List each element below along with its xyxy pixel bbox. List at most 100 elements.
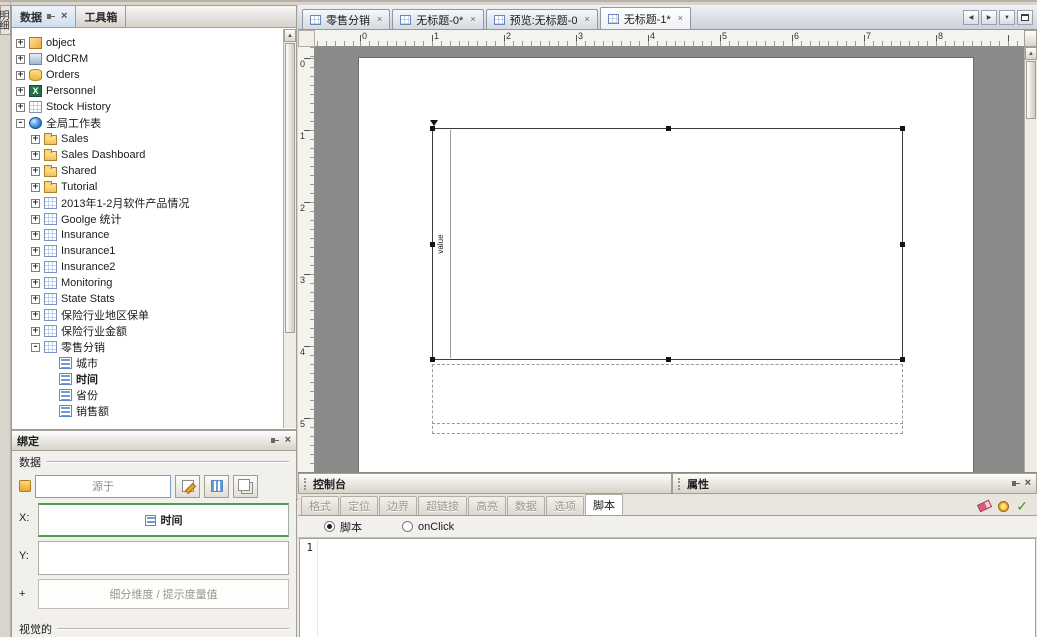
design-canvas[interactable]: value: [315, 47, 1024, 472]
pin-icon[interactable]: [47, 12, 56, 21]
pin-icon[interactable]: [270, 436, 280, 445]
tree-item[interactable]: - 全局工作表: [12, 115, 283, 131]
tab-close-icon[interactable]: ×: [377, 15, 382, 24]
tree-item[interactable]: + Orders: [12, 67, 283, 83]
close-icon[interactable]: ×: [285, 435, 291, 446]
tab-close-icon[interactable]: ×: [470, 15, 475, 24]
tab-scroll-left-button[interactable]: ◀: [963, 10, 979, 25]
tab-data[interactable]: 数据 ×: [12, 6, 77, 27]
expand-icon[interactable]: +: [31, 150, 40, 160]
tree-item[interactable]: + Stock History: [12, 99, 283, 115]
edit-source-button[interactable]: [175, 474, 200, 498]
document-tab[interactable]: 无标题-1* ×: [599, 7, 692, 29]
breakdown-field[interactable]: 细分维度 / 提示度量值: [38, 579, 289, 609]
scroll-thumb[interactable]: [285, 43, 295, 333]
tree-item[interactable]: 销售额: [12, 403, 283, 419]
property-tab[interactable]: 选项: [546, 496, 584, 515]
expand-icon[interactable]: +: [31, 246, 40, 256]
close-icon[interactable]: ×: [1025, 478, 1031, 489]
selection-handle[interactable]: [430, 357, 435, 362]
close-icon[interactable]: ×: [61, 11, 67, 22]
scroll-up-button[interactable]: ▲: [1025, 47, 1037, 60]
tree-scrollbar[interactable]: ▲ ▼: [283, 29, 1023, 637]
scroll-thumb[interactable]: [1026, 61, 1036, 119]
properties-header[interactable]: 属性 ×: [672, 473, 1037, 494]
selection-handle[interactable]: [900, 126, 905, 131]
y-axis-field[interactable]: [38, 541, 289, 575]
tree-item[interactable]: 省份: [12, 387, 283, 403]
document-tab[interactable]: 预览:无标题-0 ×: [485, 9, 598, 29]
tree-item[interactable]: 城市: [12, 355, 283, 371]
copy-button[interactable]: [233, 474, 258, 498]
script-radio[interactable]: 脚本: [324, 519, 362, 535]
tree-item[interactable]: + 保险行业金额: [12, 323, 283, 339]
selection-handle[interactable]: [430, 126, 435, 131]
selection-handle[interactable]: [665, 357, 671, 362]
columns-button[interactable]: [204, 474, 229, 498]
code-area[interactable]: [318, 539, 1035, 637]
maximize-button[interactable]: [1017, 10, 1033, 25]
tab-close-icon[interactable]: ×: [678, 14, 683, 23]
expand-icon[interactable]: +: [31, 198, 40, 208]
expand-icon[interactable]: +: [31, 278, 40, 288]
tree-item[interactable]: + Personnel: [12, 83, 283, 99]
expand-icon[interactable]: +: [16, 54, 25, 64]
expand-icon[interactable]: +: [31, 166, 40, 176]
add-field-label[interactable]: +: [19, 579, 38, 609]
tree-item[interactable]: +2013年1-2月软件产品情况: [12, 195, 283, 211]
tree-item[interactable]: - 零售分销: [12, 339, 283, 355]
tab-toolbox[interactable]: 工具箱: [76, 6, 127, 27]
property-tab[interactable]: 超链接: [418, 496, 467, 515]
expand-icon[interactable]: +: [16, 70, 25, 80]
tree-item[interactable]: 时间: [12, 371, 283, 387]
document-tab[interactable]: 零售分销 ×: [302, 9, 391, 29]
tree-item[interactable]: + Shared: [12, 163, 283, 179]
eraser-icon[interactable]: [977, 499, 993, 513]
tab-close-icon[interactable]: ×: [584, 15, 589, 24]
expand-icon[interactable]: +: [16, 102, 25, 112]
expand-icon[interactable]: +: [31, 214, 40, 224]
property-tab[interactable]: 脚本: [585, 494, 623, 515]
property-tab[interactable]: 格式: [301, 496, 339, 515]
onclick-radio[interactable]: onClick: [402, 521, 454, 533]
expand-icon[interactable]: +: [31, 294, 40, 304]
ruler-corner-button[interactable]: [1024, 30, 1037, 47]
tree-item[interactable]: + State Stats: [12, 291, 283, 307]
script-editor[interactable]: 1: [299, 538, 1036, 637]
property-tab[interactable]: 数据: [507, 496, 545, 515]
expand-icon[interactable]: +: [31, 310, 40, 320]
tree-item[interactable]: + object: [12, 35, 283, 51]
console-header[interactable]: 控制台: [298, 473, 672, 494]
chart-element[interactable]: value: [430, 120, 905, 362]
selection-handle[interactable]: [665, 126, 671, 131]
tree-item[interactable]: + Monitoring: [12, 275, 283, 291]
gear-icon[interactable]: [998, 500, 1010, 512]
collapsed-panel-tab[interactable]: 明细: [0, 5, 11, 35]
expand-icon[interactable]: +: [31, 134, 40, 144]
tree-item[interactable]: + Sales Dashboard: [12, 147, 283, 163]
document-tab[interactable]: 无标题-0* ×: [392, 9, 484, 29]
pin-icon[interactable]: [1011, 479, 1021, 488]
property-tab[interactable]: 定位: [340, 496, 378, 515]
tree-item[interactable]: + 保险行业地区保单: [12, 307, 283, 323]
tree-item[interactable]: + OldCRM: [12, 51, 283, 67]
expand-icon[interactable]: +: [31, 326, 40, 336]
canvas-scrollbar[interactable]: ▲ ▼: [1024, 47, 1037, 637]
source-input[interactable]: 源于: [35, 474, 171, 498]
collapse-icon[interactable]: -: [31, 342, 40, 352]
expand-icon[interactable]: +: [31, 230, 40, 240]
x-field-chip[interactable]: 时间: [161, 512, 183, 528]
property-tab[interactable]: 边界: [379, 496, 417, 515]
selection-handle[interactable]: [900, 357, 905, 362]
expand-icon[interactable]: +: [16, 86, 25, 96]
tree-item[interactable]: + Insurance: [12, 227, 283, 243]
selection-handle[interactable]: [900, 242, 905, 247]
tree-item[interactable]: + Insurance2: [12, 259, 283, 275]
expand-icon[interactable]: +: [31, 182, 40, 192]
scroll-up-button[interactable]: ▲: [284, 29, 296, 42]
tab-scroll-right-button[interactable]: ▶: [981, 10, 997, 25]
tab-list-button[interactable]: ▼: [999, 10, 1015, 25]
selection-handle[interactable]: [430, 242, 435, 247]
x-axis-field[interactable]: 时间: [38, 503, 289, 537]
property-tab[interactable]: 高亮: [468, 496, 506, 515]
